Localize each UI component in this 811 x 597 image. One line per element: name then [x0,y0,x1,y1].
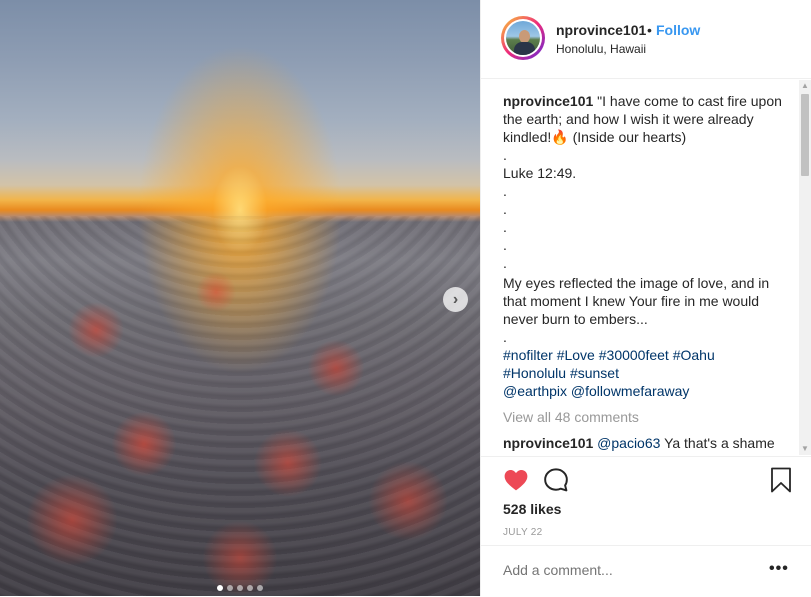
caption-dot: . [503,147,507,163]
carousel-dot-1 [217,585,223,591]
hashtag-link[interactable]: #nofilter [503,347,553,363]
hashtag-link[interactable]: #sunset [570,365,619,381]
comment-icon[interactable] [543,467,569,493]
caption-dot: . [503,183,507,199]
caption-dot: . [503,255,507,271]
caption-text: nprovince101 "I have come to cast fire u… [503,92,793,146]
caption-dot: . [503,219,507,235]
hashtag-link[interactable]: #30000feet [599,347,669,363]
mention-link[interactable]: @followmefaraway [571,383,689,399]
hashtag-link[interactable]: #Love [557,347,595,363]
post-photo[interactable]: › [0,0,480,596]
carousel-indicator [0,578,480,596]
post-header: nprovince101 • Follow Honolulu, Hawaii [481,0,811,79]
caption-dot: . [503,201,507,217]
avatar[interactable] [501,16,545,60]
caption-dot: . [503,329,507,345]
more-icon[interactable]: ••• [769,560,789,578]
location-link[interactable]: Honolulu, Hawaii [556,42,646,56]
scroll-up-arrow-icon[interactable]: ▲ [799,80,811,92]
add-comment-input[interactable] [503,562,753,578]
header-username[interactable]: nprovince101 [556,22,646,38]
caption-dot: . [503,237,507,253]
carousel-dot-4 [247,585,253,591]
post-date[interactable]: JULY 22 [503,527,543,538]
bookmark-icon[interactable] [769,467,793,493]
cloud-layer [0,216,480,596]
caption-paragraph: My eyes reflected the image of love, and… [503,275,770,327]
scroll-down-arrow-icon[interactable]: ▼ [799,443,811,455]
next-arrow-icon[interactable]: › [443,287,468,312]
heart-icon[interactable] [503,467,529,493]
caption-username[interactable]: nprovince101 [503,93,593,109]
avatar-image [506,21,540,55]
caption-verse: Luke 12:49. [503,165,577,181]
comments-list[interactable]: nprovince101 "I have come to cast fire u… [503,92,793,456]
hashtags: #nofilter #Love #30000feet #Oahu #Honolu… [503,346,793,400]
hashtag-link[interactable]: #Honolulu [503,365,566,381]
avatar-body [514,42,535,55]
header-separator: • [647,22,652,38]
post-actions: 528 likes JULY 22 [481,456,811,547]
likes-count[interactable]: 528 likes [503,501,561,517]
post-side-panel: nprovince101 • Follow Honolulu, Hawaii n… [480,0,811,596]
carousel-dot-5 [257,585,263,591]
comment-item: nprovince101 @pacio63 Ya that's a shame … [503,434,793,456]
scrollbar-thumb[interactable] [801,94,809,176]
comment-username[interactable]: nprovince101 [503,435,593,451]
view-all-comments-link[interactable]: View all 48 comments [503,408,793,426]
add-comment-bar: ••• [481,545,811,597]
follow-button[interactable]: Follow [656,22,700,38]
carousel-dot-2 [227,585,233,591]
mention-link[interactable]: @earthpix [503,383,567,399]
hashtag-link[interactable]: #Oahu [673,347,715,363]
carousel-dot-3 [237,585,243,591]
avatar-ring [504,19,542,57]
comments-scrollbar[interactable]: ▲ ▼ [799,80,811,455]
comment-mention[interactable]: @pacio63 [597,435,660,451]
